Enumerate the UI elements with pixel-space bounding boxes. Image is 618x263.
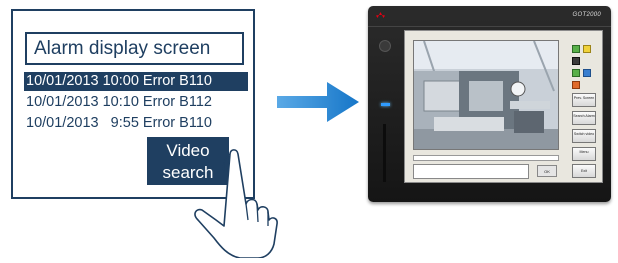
ok-button[interactable]: OK bbox=[537, 165, 557, 177]
switch-video-button[interactable]: Switch video bbox=[572, 129, 596, 143]
brand-logo-icon bbox=[376, 12, 385, 18]
play-icon[interactable] bbox=[572, 45, 580, 53]
exit-button[interactable]: Exit bbox=[572, 164, 596, 178]
fast-forward-icon[interactable] bbox=[583, 69, 591, 77]
hmi-device: GOT2000 OK Prev. Screen Search Alarm Swi… bbox=[368, 6, 611, 202]
search-alarm-button[interactable]: Search Alarm bbox=[572, 111, 596, 125]
stop-icon[interactable] bbox=[572, 57, 580, 65]
menu-button[interactable]: Menu bbox=[572, 147, 596, 161]
status-led bbox=[381, 103, 390, 106]
video-scrollbar[interactable] bbox=[413, 155, 559, 161]
right-arrow-icon bbox=[277, 82, 359, 122]
prev-screen-button[interactable]: Prev. Screen bbox=[572, 93, 596, 107]
status-input[interactable] bbox=[413, 164, 529, 179]
pause-icon[interactable] bbox=[583, 45, 591, 53]
card-slot bbox=[383, 124, 386, 182]
hmi-brand-bar: GOT2000 bbox=[368, 6, 611, 27]
step-forward-icon[interactable] bbox=[572, 69, 580, 77]
alarm-row[interactable]: 10/01/2013 10:10 Error B112 bbox=[24, 93, 248, 112]
pointing-hand-icon bbox=[194, 149, 278, 258]
video-frame bbox=[413, 40, 559, 150]
hmi-model-label: GOT2000 bbox=[572, 12, 601, 18]
video-image bbox=[414, 41, 558, 149]
alarm-screen-title: Alarm display screen bbox=[25, 32, 244, 65]
hmi-knob[interactable] bbox=[379, 40, 391, 52]
hmi-screen: OK Prev. Screen Search Alarm Switch vide… bbox=[404, 30, 603, 183]
alarm-row[interactable]: 10/01/2013 10:00 Error B110 bbox=[24, 72, 248, 91]
rewind-icon[interactable] bbox=[572, 81, 580, 89]
alarm-row[interactable]: 10/01/2013 9:55 Error B110 bbox=[24, 114, 248, 133]
